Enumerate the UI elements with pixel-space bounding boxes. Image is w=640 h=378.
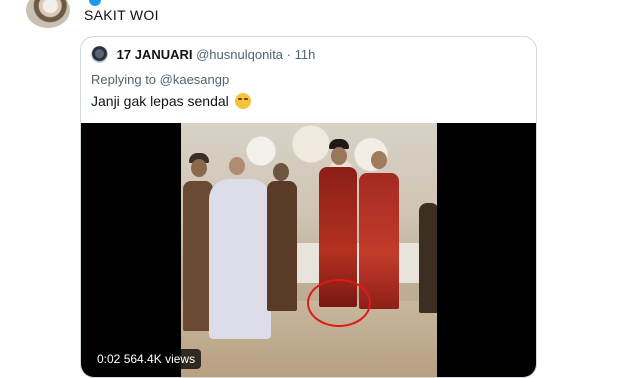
guest-left-head	[191, 159, 207, 177]
quoted-author-handle[interactable]: @husnulqonita	[196, 47, 283, 62]
video-elapsed-time: 0:02	[97, 352, 121, 366]
verified-badge-icon	[89, 0, 101, 7]
quoted-tweet-card[interactable]: 17 JANUARI @husnulqonita · 11h Replying …	[80, 36, 537, 378]
quoted-tweet-header: 17 JANUARI @husnulqonita · 11h	[91, 46, 315, 68]
quoted-tweet-text-body: Janji gak lepas sendal	[91, 93, 229, 109]
guest-center-head	[273, 163, 289, 181]
author-avatar[interactable]	[26, 0, 70, 28]
quoted-author-name[interactable]: 17 JANUARI	[117, 47, 193, 62]
laughing-crying-emoji-icon	[234, 93, 251, 109]
bride-head	[371, 151, 387, 169]
tweet-text: SAKIT WOI	[84, 7, 159, 23]
guest-center	[267, 181, 297, 311]
replying-to[interactable]: Replying to @kaesangp	[91, 72, 229, 87]
video-status: 0:02 564.4K views	[91, 349, 202, 369]
tweet-header: SAKIT WOI	[0, 0, 640, 40]
dot-separator: ·	[286, 47, 292, 63]
guest-right	[419, 203, 437, 313]
video-view-count: 564.4K views	[123, 352, 196, 366]
woman-in-white	[209, 179, 271, 339]
groom-head	[331, 147, 347, 165]
video-player[interactable]: 0:02 564.4K views	[81, 123, 536, 377]
quoted-tweet-text: Janji gak lepas sendal	[91, 93, 251, 109]
woman-in-white-head	[229, 157, 245, 175]
quoted-author-avatar[interactable]	[91, 46, 108, 64]
video-frame	[181, 123, 437, 377]
author-row[interactable]	[86, 0, 104, 7]
red-circle-annotation	[307, 279, 371, 327]
quoted-tweet-time[interactable]: 11h	[295, 47, 316, 62]
